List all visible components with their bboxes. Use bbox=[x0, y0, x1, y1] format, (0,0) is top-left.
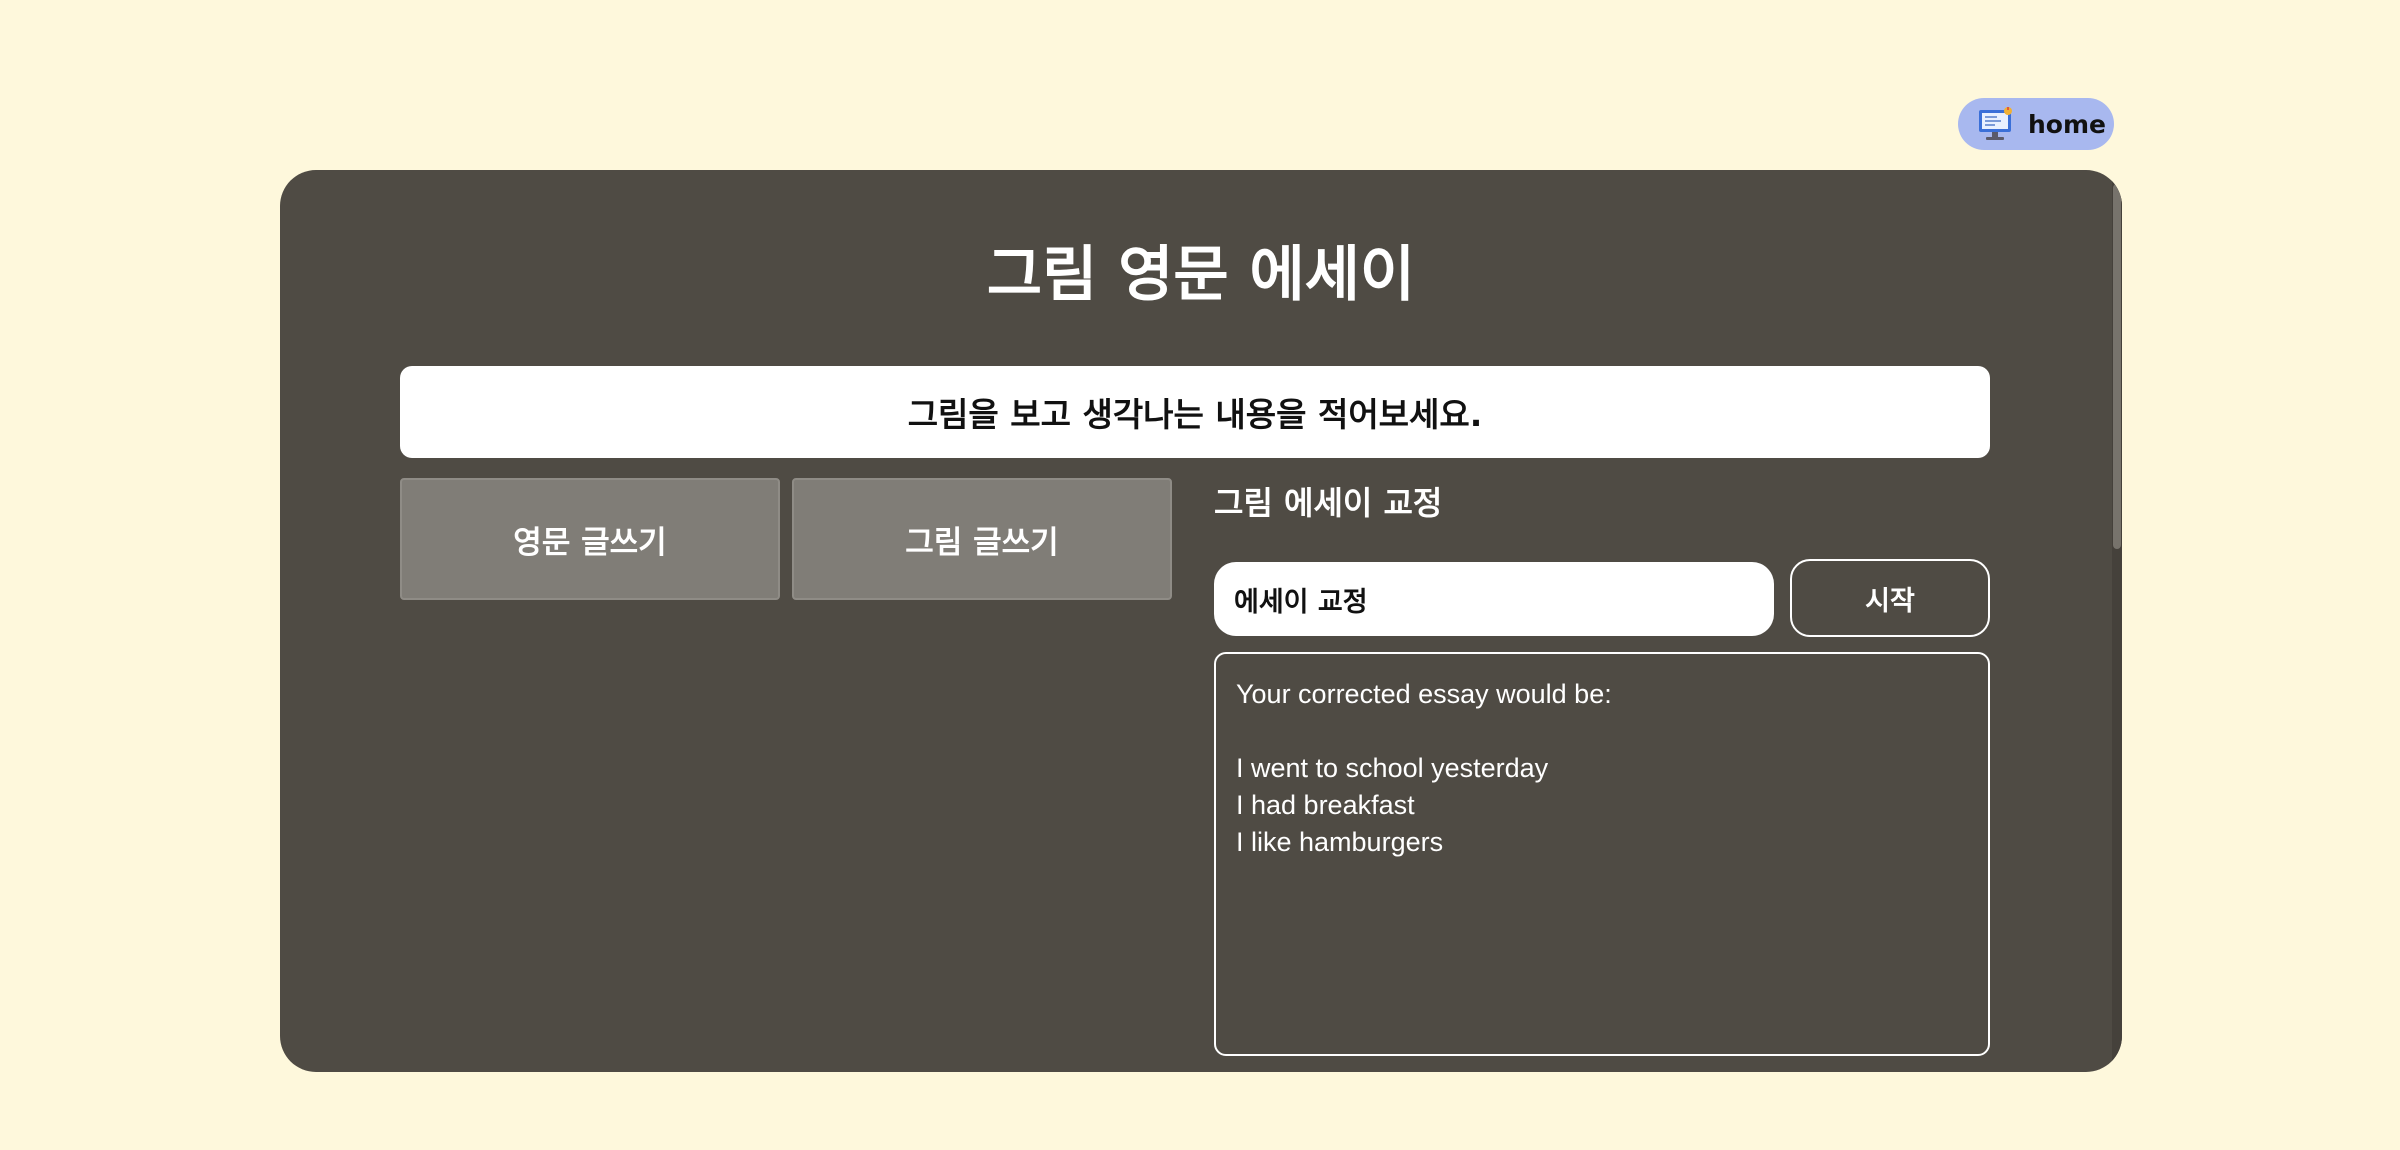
picture-writing-button[interactable]: 그림 글쓰기 bbox=[792, 478, 1172, 600]
panel-scrollbar[interactable] bbox=[2112, 174, 2122, 1068]
result-line: I had breakfast bbox=[1236, 790, 1415, 820]
result-line: Your corrected essay would be: bbox=[1236, 679, 1612, 709]
home-button[interactable]: home bbox=[1958, 98, 2114, 150]
main-panel: 그림 영문 에세이 그림을 보고 생각나는 내용을 적어보세요. 영문 글쓰기 … bbox=[280, 170, 2122, 1072]
result-line bbox=[1236, 713, 1968, 750]
monitor-icon bbox=[1979, 107, 2012, 140]
english-writing-button[interactable]: 영문 글쓰기 bbox=[400, 478, 780, 600]
corrected-essay-output: Your corrected essay would be: I went to… bbox=[1214, 652, 1990, 1056]
page-title: 그림 영문 에세이 bbox=[986, 240, 1416, 310]
essay-correction-input[interactable] bbox=[1214, 562, 1774, 636]
result-line: I went to school yesterday bbox=[1236, 753, 1549, 783]
instruction-banner: 그림을 보고 생각나는 내용을 적어보세요. bbox=[400, 366, 1990, 458]
panel-scrollbar-thumb[interactable] bbox=[2113, 184, 2121, 549]
home-label: home bbox=[2028, 109, 2106, 139]
correction-section-label: 그림 에세이 교정 bbox=[1214, 484, 1443, 522]
result-line: I like hamburgers bbox=[1236, 827, 1444, 857]
start-button[interactable]: 시작 bbox=[1790, 559, 1990, 637]
